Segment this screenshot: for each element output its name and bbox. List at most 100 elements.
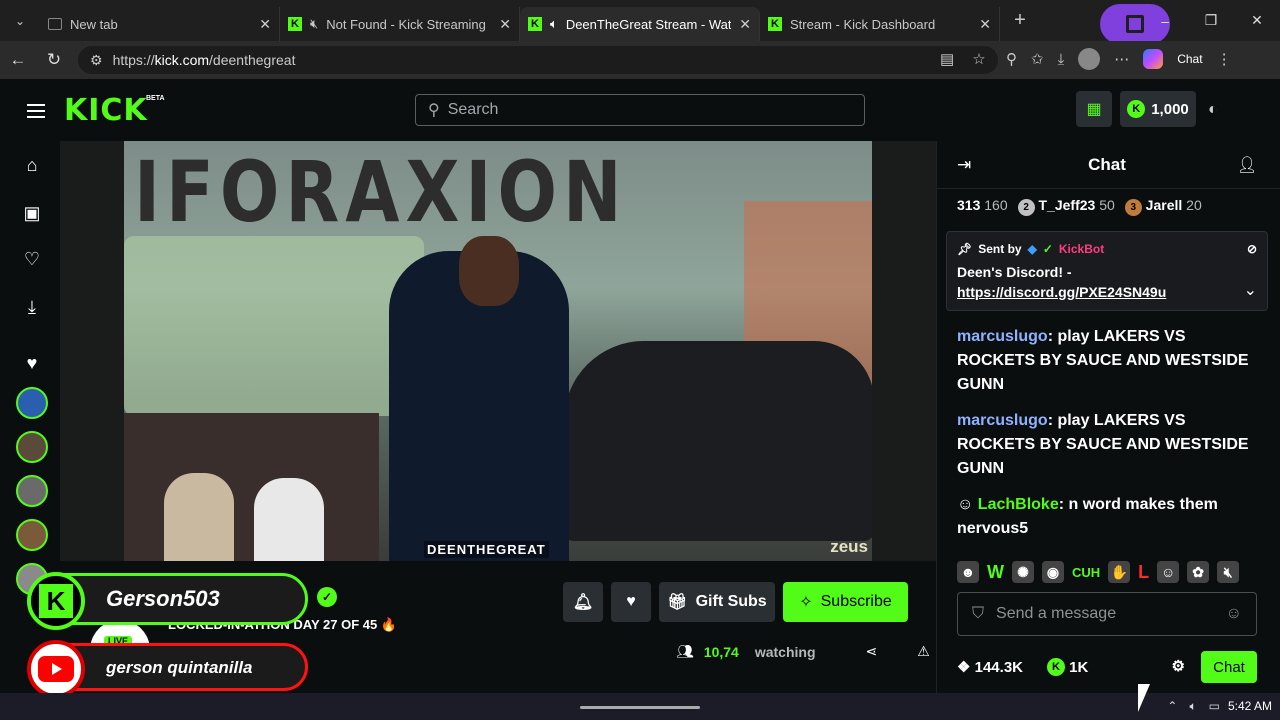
menu-icon[interactable] <box>27 104 45 118</box>
sidebar-toggle-icon[interactable]: ⋮ <box>1217 50 1232 68</box>
profile-avatar[interactable] <box>1078 48 1101 70</box>
close-tab-icon[interactable]: ✕ <box>979 16 991 33</box>
following-heart-icon[interactable]: ♡ <box>22 249 42 269</box>
volume-icon[interactable]: 🔈︎ <box>1189 699 1196 714</box>
extensions-icon[interactable]: ⚲ <box>1006 50 1017 68</box>
browse-icon[interactable]: ▣ <box>22 203 42 223</box>
store-icon[interactable]: ▦ <box>1076 91 1112 127</box>
discord-link[interactable]: https://discord.gg/PXE24SN49u <box>957 284 1166 300</box>
download-icon[interactable]: ⤓ <box>22 297 42 317</box>
followed-channel-avatar[interactable] <box>16 431 48 463</box>
restore-icon[interactable]: ❐ <box>1188 12 1234 29</box>
youtube-logo-icon <box>27 640 85 698</box>
downloads-icon[interactable]: ⤓ <box>1058 51 1065 68</box>
chat-username[interactable]: marcuslugo <box>957 328 1048 345</box>
followed-heart-icon: ♥ <box>26 353 38 373</box>
unpin-icon[interactable]: ⊘ <box>1247 242 1257 256</box>
search-input[interactable]: ⚲ Search <box>415 94 865 126</box>
taskbar-handle[interactable] <box>580 706 700 709</box>
expand-chevron-icon[interactable]: ⌄ <box>1244 280 1257 300</box>
emoji-picker-icon[interactable]: ☺ <box>1226 605 1242 623</box>
leaderboard-entry: 3 Jarell 20 <box>1124 197 1202 216</box>
emote-w[interactable]: W <box>987 562 1004 583</box>
streamer-head <box>459 236 519 306</box>
copilot-chat-label[interactable]: Chat <box>1177 52 1202 66</box>
viewer-stats: 👥︎ 10,74 watching ⋖ ⚠ <box>676 643 930 660</box>
tab-deenthegreat[interactable]: K 🔈︎ DeenTheGreat Stream - Watch ✕ <box>520 7 760 41</box>
minimize-icon[interactable]: – <box>1142 13 1188 29</box>
viewer-count: 10,74 <box>703 643 739 660</box>
chat-username[interactable]: LachBloke <box>978 496 1059 513</box>
kick-logo-icon: K <box>27 572 85 630</box>
tab-title: DeenTheGreat Stream - Watch <box>565 16 732 32</box>
emote-icon[interactable]: ◉ <box>1042 561 1064 583</box>
video-player[interactable]: IFORAXION DEENTHEGREAT zeus <box>60 141 936 561</box>
emote-face-icon[interactable]: ☻ <box>957 561 979 583</box>
tab-not-found[interactable]: K 🔇︎ Not Found - Kick Streaming ✕ <box>280 7 520 41</box>
emote-icon[interactable]: ✺ <box>1012 561 1034 583</box>
pinned-text: Deen's Discord! - <box>957 264 1072 280</box>
tab-title: New tab <box>70 16 118 32</box>
speaker-icon[interactable]: 🔈︎ <box>550 16 558 32</box>
wallet-button[interactable]: K 1,000 <box>1120 91 1196 127</box>
subscribe-button[interactable]: ✧ Subscribe <box>783 582 908 622</box>
pin-icon: 📌︎ <box>957 242 973 256</box>
address-toolbar: ← ↻ ⚙︎ https://kick.com/deenthegreat ▤ ☆… <box>0 41 1280 79</box>
home-icon[interactable]: ⌂ <box>22 155 42 175</box>
copilot-icon[interactable] <box>1143 49 1164 69</box>
chat-settings-gear-icon[interactable]: ⚙ <box>1172 657 1185 675</box>
sent-by-label: Sent by <box>978 242 1022 256</box>
beta-badge: BETA <box>146 95 165 102</box>
site-info-icon[interactable]: ⚙︎ <box>90 52 103 69</box>
gift-subs-button[interactable]: 🎁︎ Gift Subs <box>659 582 775 622</box>
muted-speaker-icon[interactable]: 🔇︎ <box>310 16 318 32</box>
kick-logo[interactable]: KICK <box>64 93 148 128</box>
send-chat-button[interactable]: Chat <box>1201 651 1257 683</box>
favorite-star-icon[interactable]: ☆ <box>972 50 985 68</box>
tab-new-tab[interactable]: New tab ✕ <box>40 7 280 41</box>
notification-bell-button[interactable]: 🔔︎ <box>563 582 603 622</box>
new-tab-button[interactable]: + <box>1000 9 1040 32</box>
followed-channel-avatar[interactable] <box>16 387 48 419</box>
tab-kick-dashboard[interactable]: K Stream - Kick Dashboard ✕ <box>760 7 1000 41</box>
close-tab-icon[interactable]: ✕ <box>259 16 271 33</box>
chat-message: marcuslugo: play LAKERS VS ROCKETS BY SA… <box>957 412 1249 477</box>
reader-mode-icon[interactable]: ▤ <box>940 50 954 68</box>
close-window-icon[interactable]: ✕ <box>1234 12 1280 29</box>
bell-icon: 🔔︎ <box>572 594 594 611</box>
emote-icon[interactable]: ✿ <box>1187 561 1210 583</box>
video-frame[interactable]: IFORAXION DEENTHEGREAT zeus <box>124 141 872 561</box>
more-options-icon[interactable]: ⋯ <box>1114 50 1129 68</box>
close-tab-icon[interactable]: ✕ <box>499 16 511 33</box>
favorites-icon[interactable]: ✩ <box>1031 50 1044 68</box>
follow-heart-button[interactable]: ♥ <box>611 582 651 622</box>
profile-icon[interactable]: ◐ <box>1208 101 1218 119</box>
tab-actions-menu-icon[interactable]: ⌄ <box>0 0 40 41</box>
search-icon: ⚲ <box>428 102 440 119</box>
battery-icon[interactable]: ▭ <box>1209 699 1220 714</box>
share-icon[interactable]: ⋖ <box>866 643 878 660</box>
refresh-icon[interactable]: ↻ <box>36 50 72 70</box>
user-badge-icon: ☺ <box>957 496 974 513</box>
gift-icon: 🎁︎ <box>667 594 688 611</box>
mute-icon[interactable]: 🔇︎ <box>1217 561 1240 583</box>
close-tab-icon[interactable]: ✕ <box>739 16 751 33</box>
report-warning-icon[interactable]: ⚠ <box>917 643 930 660</box>
emote-l[interactable]: L <box>1138 562 1149 583</box>
url-field[interactable]: ⚙︎ https://kick.com/deenthegreat <box>78 46 998 74</box>
chat-username[interactable]: marcuslugo <box>957 412 1048 429</box>
clock[interactable]: 5:42 AM <box>1228 699 1272 713</box>
chat-message-input[interactable]: ⛉ Send a message ☺ <box>957 592 1257 636</box>
watching-label: watching <box>754 643 816 660</box>
emote-icon[interactable]: ☺ <box>1157 561 1180 583</box>
pinned-message: 📌︎ Sent by ◆ ✓ KickBot ⊘ Deen's Discord!… <box>946 231 1268 311</box>
emote-cuh[interactable]: CUH <box>1072 565 1100 580</box>
chatters-icon[interactable]: 👤︎ <box>1237 155 1257 175</box>
chevron-up-icon[interactable]: ⌃ <box>1167 699 1177 714</box>
followed-channel-avatar[interactable] <box>16 519 48 551</box>
chat-message: marcuslugo: play LAKERS VS ROCKETS BY SA… <box>957 328 1249 393</box>
emote-icon[interactable]: ✋ <box>1108 561 1131 583</box>
followed-channel-avatar[interactable] <box>16 475 48 507</box>
back-icon[interactable]: ← <box>0 50 36 70</box>
tab-title: Stream - Kick Dashboard <box>790 16 936 32</box>
